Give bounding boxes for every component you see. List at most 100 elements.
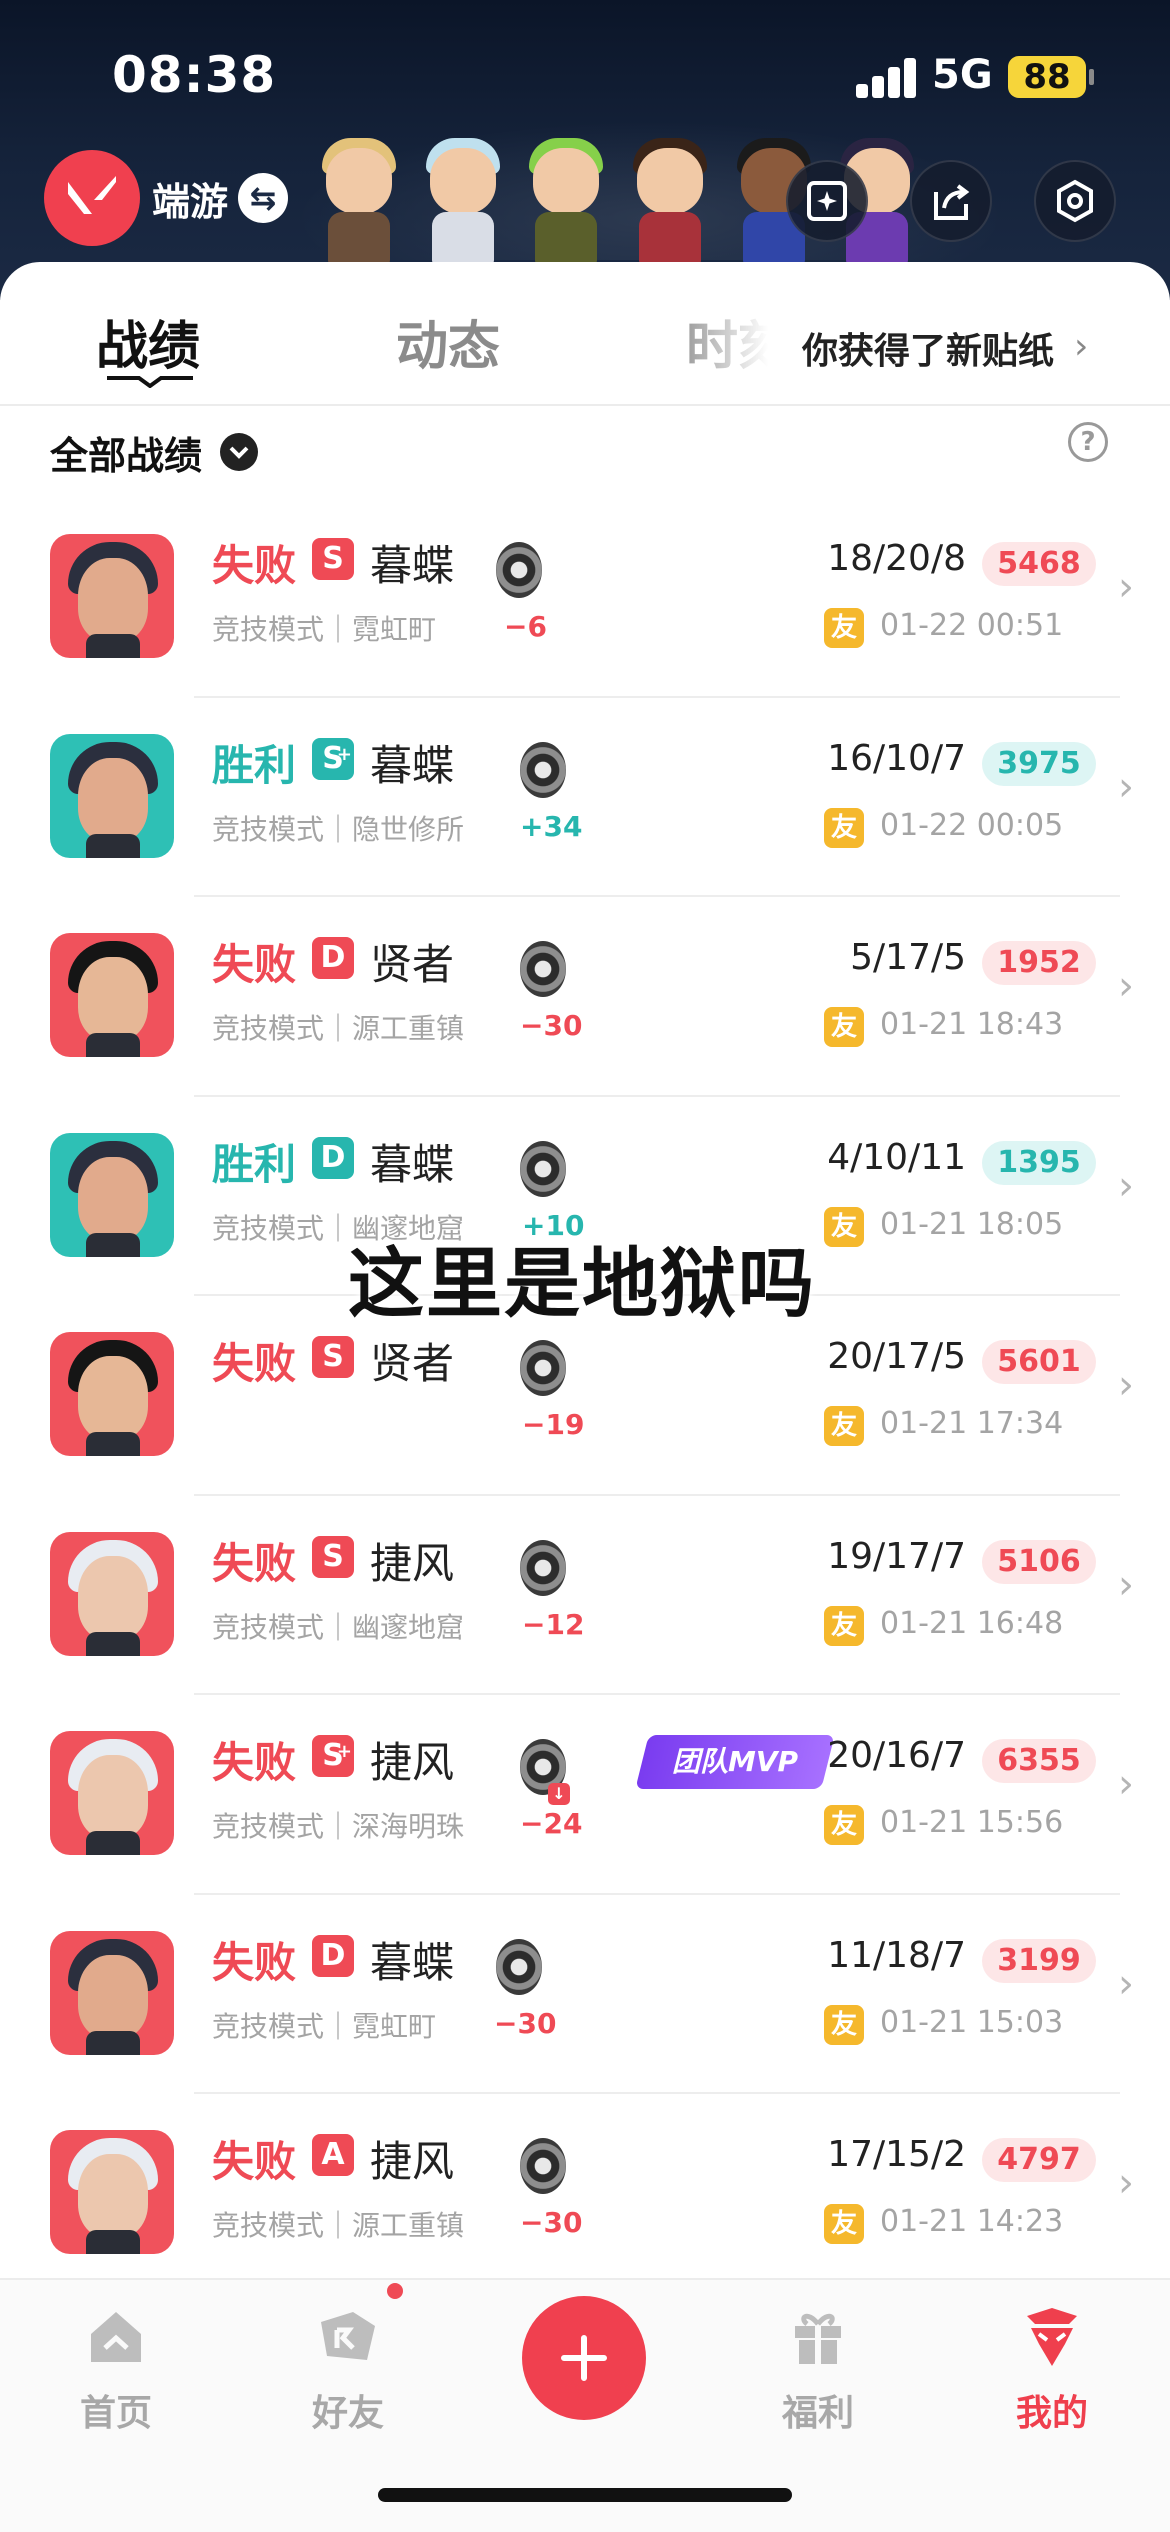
- share-button[interactable]: [910, 160, 992, 242]
- mode-map: 竞技模式｜隐世修所: [212, 812, 465, 846]
- rating-badge: D: [312, 937, 354, 979]
- kda: 20/17/5: [827, 1336, 966, 1377]
- combat-score: 1395: [982, 1140, 1096, 1185]
- mode-map: 竞技模式｜深海明珠: [212, 1810, 465, 1843]
- nav-welfare[interactable]: 福利: [738, 2304, 898, 2436]
- rank-down-icon: ↓: [548, 1783, 570, 1805]
- hero-avatar: [50, 534, 174, 658]
- tab-records[interactable]: 战绩: [96, 304, 200, 379]
- match-time: 01-21 18:43: [880, 1007, 1064, 1042]
- match-row[interactable]: 失败 S 捷风 竞技模式｜幽邃地窟 −12 19/17/7 5106 友 01-…: [0, 1496, 1170, 1695]
- friends-icon: [321, 2312, 375, 2360]
- friend-badge: 友: [824, 1605, 864, 1646]
- nav-mine[interactable]: 我的: [972, 2304, 1132, 2436]
- hero-name: 贤者: [370, 940, 455, 989]
- match-time: 01-21 18:05: [880, 1206, 1064, 1242]
- hero-avatar: [50, 2130, 174, 2254]
- rating-letter: D: [320, 1139, 346, 1175]
- friend-badge: 友: [824, 2004, 864, 2045]
- chevron-right-icon: ›: [1118, 2160, 1134, 2206]
- network-label: 5G: [932, 52, 993, 98]
- match-result: 失败: [212, 2137, 297, 2186]
- rating-badge: S: [312, 538, 354, 580]
- tab-feed[interactable]: 动态: [396, 304, 500, 379]
- match-result: 胜利: [212, 740, 297, 790]
- combat-score: 5601: [982, 1340, 1096, 1384]
- rating-letter: S: [322, 1339, 344, 1374]
- hero-avatar: [50, 1930, 174, 2055]
- rank-medal-icon: [520, 741, 566, 798]
- records-filter[interactable]: 全部战绩: [50, 412, 259, 492]
- valorant-logo-icon: [44, 150, 140, 246]
- match-result: 失败: [212, 1937, 297, 1987]
- match-time: 01-21 17:34: [880, 1406, 1064, 1441]
- rating-plus: +: [336, 1741, 352, 1762]
- nav-friends[interactable]: 好友: [268, 2304, 428, 2436]
- hero-name: 捷风: [370, 1738, 455, 1787]
- chevron-right-icon: ›: [1118, 1162, 1134, 1209]
- character-figure: [316, 138, 398, 266]
- help-icon[interactable]: ?: [1068, 422, 1108, 462]
- rank-points-delta: −6: [504, 610, 547, 643]
- rank-medal-icon: [520, 1539, 566, 1596]
- chevron-right-icon: ›: [1118, 1761, 1134, 1807]
- notification-dot: [384, 2280, 406, 2302]
- gear-icon: [1057, 179, 1093, 223]
- rank-medal-icon: [520, 1140, 566, 1197]
- tab-bar: 战绩 动态 时刻 你获得了新贴纸 ›: [0, 262, 1170, 406]
- match-time: 01-22 00:05: [880, 807, 1064, 843]
- mode-map: 竞技模式｜霓虹町: [212, 613, 437, 646]
- match-row[interactable]: 失败 D 贤者 竞技模式｜源工重镇 −30 5/17/5 1952 友 01-2…: [0, 897, 1170, 1097]
- match-row[interactable]: 失败 S 暮蝶 竞技模式｜霓虹町 −6 18/20/8 5468 友 01-22…: [0, 498, 1170, 698]
- sticker-button[interactable]: [786, 160, 868, 242]
- chevron-right-icon: ›: [1074, 326, 1089, 367]
- match-row[interactable]: 失败 D 暮蝶 竞技模式｜霓虹町 −30 11/18/7 3199 友 01-2…: [0, 1895, 1170, 2094]
- match-row[interactable]: 胜利 S + 暮蝶 竞技模式｜隐世修所 +34 16/10/7 3975 友 01…: [0, 698, 1170, 897]
- kda: 16/10/7: [827, 737, 966, 779]
- kda: 11/18/7: [827, 1934, 966, 1976]
- top-header: 08:38 5G 88 端游 ⇆: [0, 0, 1170, 300]
- hero-name: 贤者: [370, 1339, 455, 1388]
- game-switcher[interactable]: 端游 ⇆: [44, 150, 289, 246]
- match-row[interactable]: 失败 A 捷风 竞技模式｜源工重镇 −30 17/15/2 4797 友 01-…: [0, 2094, 1170, 2294]
- match-time: 01-22 00:51: [880, 608, 1064, 643]
- mode-map: 竞技模式｜源工重镇: [212, 1012, 465, 1045]
- rank-medal-icon: [520, 1340, 566, 1396]
- rank-medal-icon: [520, 941, 566, 997]
- rating-letter: D: [320, 940, 346, 975]
- friend-badge: 友: [824, 1206, 864, 1247]
- combat-score: 5468: [982, 542, 1096, 586]
- rank-points-delta: −19: [522, 1408, 585, 1441]
- profile-icon: [1027, 2308, 1077, 2366]
- rating-badge: S +: [312, 737, 354, 780]
- kda: 19/17/7: [827, 1535, 966, 1577]
- rank-medal-icon: [520, 2138, 566, 2194]
- home-indicator: [378, 2488, 792, 2502]
- combat-score: 6355: [982, 1739, 1096, 1783]
- rank-medal-icon: [496, 1938, 542, 1995]
- combat-score: 1952: [982, 941, 1096, 985]
- hero-avatar: [50, 1132, 174, 1257]
- hero-avatar: [50, 1332, 174, 1456]
- rating-letter: S: [322, 1538, 344, 1574]
- match-row[interactable]: 失败 S + 捷风 竞技模式｜深海明珠 ↓ −24 团队MVP 20/16/7 6…: [0, 1695, 1170, 1895]
- tab-fade: [670, 292, 810, 382]
- chevron-right-icon: ›: [1118, 1362, 1134, 1408]
- nav-friends-label: 好友: [311, 2393, 384, 2434]
- chevron-right-icon: ›: [1118, 963, 1134, 1009]
- rating-letter: S: [322, 541, 344, 576]
- create-button[interactable]: [522, 2296, 646, 2420]
- rating-badge: D: [312, 1934, 354, 1977]
- settings-button[interactable]: [1034, 160, 1116, 242]
- hero-name: 捷风: [370, 2137, 455, 2186]
- chevron-right-icon: ›: [1118, 564, 1134, 610]
- nav-home[interactable]: 首页: [36, 2304, 196, 2436]
- hero-avatar: [50, 933, 174, 1057]
- match-time: 01-21 14:23: [880, 2204, 1064, 2239]
- hero-name: 暮蝶: [370, 1139, 455, 1189]
- kda: 5/17/5: [850, 937, 966, 978]
- new-sticker-notice[interactable]: 你获得了新贴纸: [802, 322, 1054, 374]
- hero-name: 暮蝶: [370, 541, 455, 590]
- rating-badge: S: [312, 1336, 354, 1378]
- overlay-caption: 这里是地狱吗: [348, 1239, 816, 1328]
